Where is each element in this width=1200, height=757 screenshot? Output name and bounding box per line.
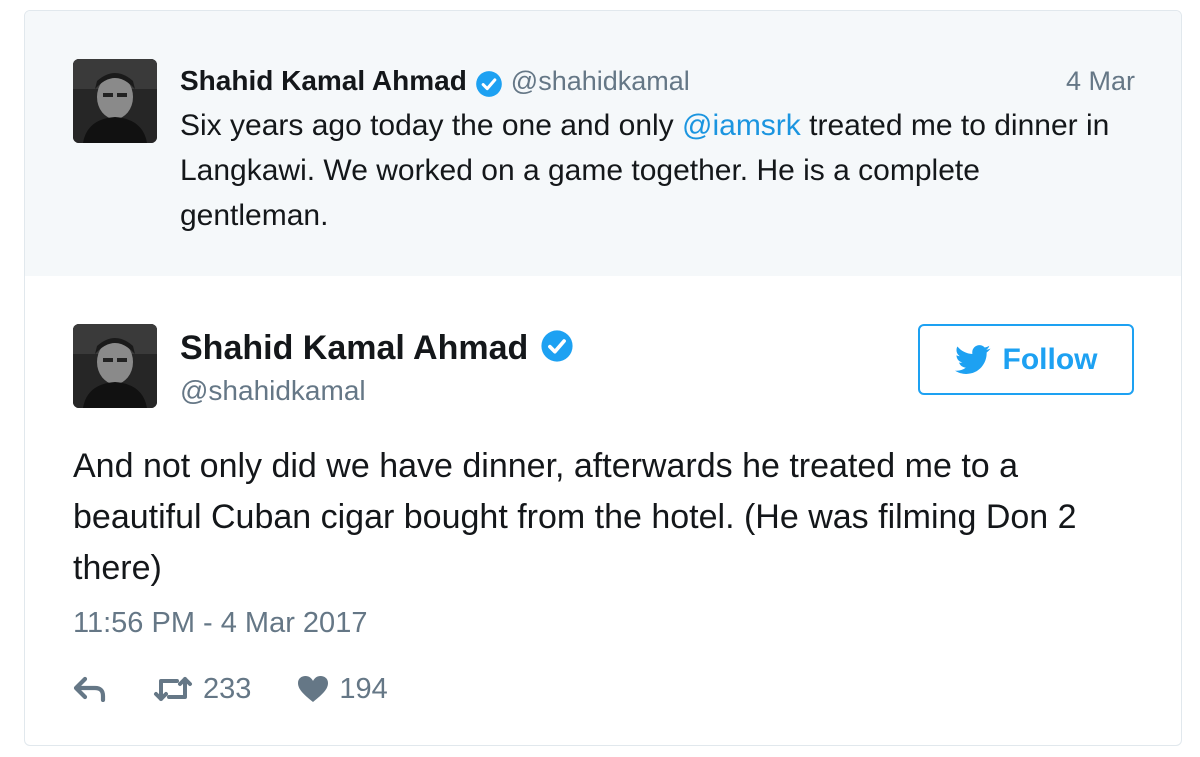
tweet-text-part: Six years ago today the one and only bbox=[180, 109, 683, 142]
quoted-tweet-header: Shahid Kamal Ahmad @shahidkamal 4 Mar bbox=[180, 61, 1135, 101]
twitter-bird-icon bbox=[954, 344, 990, 374]
quoted-tweet[interactable]: Shahid Kamal Ahmad @shahidkamal 4 Mar Six… bbox=[25, 11, 1181, 276]
retweet-button[interactable]: 233 bbox=[153, 673, 251, 706]
follow-button-label: Follow bbox=[1002, 342, 1098, 376]
tweet-actions: 233 194 bbox=[73, 669, 434, 709]
tweet-text: And not only did we have dinner, afterwa… bbox=[73, 447, 1077, 587]
tweet-date[interactable]: 4 Mar bbox=[1066, 61, 1135, 101]
heart-icon bbox=[298, 676, 329, 702]
tweet-timestamp[interactable]: 11:56 PM - 4 Mar 2017 bbox=[73, 603, 367, 643]
author-name-row[interactable]: Shahid Kamal Ahmad bbox=[180, 327, 574, 371]
author-handle[interactable]: @shahidkamal bbox=[511, 66, 690, 96]
retweet-icon bbox=[154, 677, 192, 701]
avatar[interactable] bbox=[73, 59, 157, 143]
retweet-count: 233 bbox=[203, 672, 252, 705]
author-name[interactable]: Shahid Kamal Ahmad bbox=[180, 65, 467, 96]
reply-button[interactable] bbox=[73, 676, 107, 702]
avatar[interactable] bbox=[73, 324, 157, 408]
reply-icon bbox=[73, 676, 106, 702]
verified-badge-icon bbox=[540, 329, 574, 363]
follow-button[interactable]: Follow bbox=[918, 324, 1134, 395]
mention-link[interactable]: @iamsrk bbox=[682, 109, 801, 142]
quoted-tweet-text: Six years ago today the one and only @ia… bbox=[180, 103, 1110, 238]
like-button[interactable]: 194 bbox=[297, 672, 388, 706]
like-count: 194 bbox=[339, 672, 388, 705]
verified-badge-icon bbox=[475, 70, 503, 98]
author-name[interactable]: Shahid Kamal Ahmad bbox=[180, 329, 528, 367]
embedded-tweet-card: Shahid Kamal Ahmad @shahidkamal 4 Mar Six… bbox=[24, 10, 1182, 746]
author-handle[interactable]: @shahidkamal bbox=[180, 371, 366, 411]
